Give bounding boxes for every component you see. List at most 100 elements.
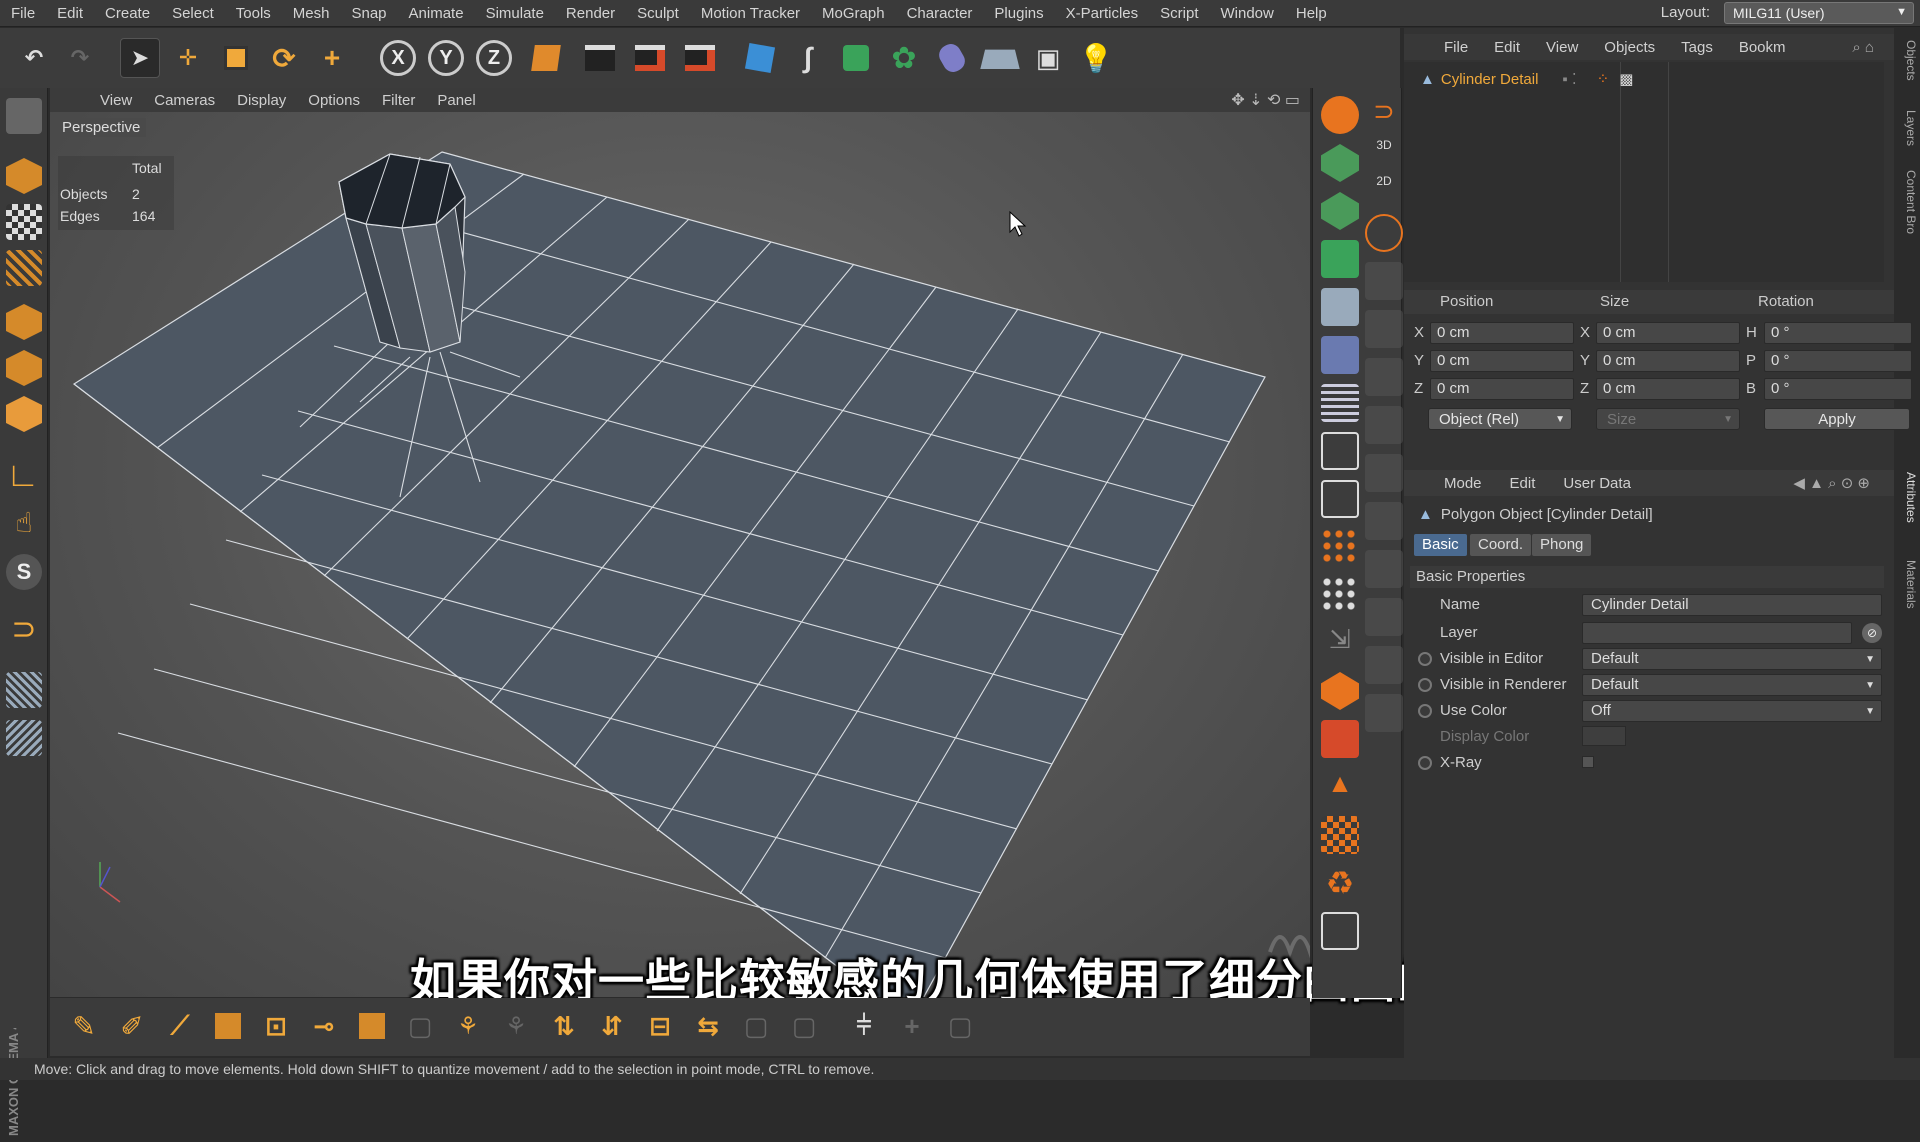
extrude-inner-icon[interactable]: ⊡: [256, 1006, 296, 1046]
melt-icon[interactable]: ⫩: [844, 1006, 884, 1046]
render-picture-viewer-icon[interactable]: [630, 38, 670, 78]
mirror-icon[interactable]: ⇅: [544, 1006, 584, 1046]
name-field[interactable]: Cylinder Detail: [1582, 594, 1882, 616]
size-x-field[interactable]: 0 cm: [1596, 322, 1740, 344]
scale-tool-icon[interactable]: [216, 38, 256, 78]
viewport-menu-filter[interactable]: Filter: [382, 92, 415, 109]
disabled-snap-5-icon[interactable]: [1365, 454, 1403, 492]
menu-mesh[interactable]: Mesh: [282, 5, 341, 22]
recycle-icon[interactable]: ♻: [1321, 864, 1359, 902]
attributes-menu-mode[interactable]: Mode: [1444, 475, 1482, 492]
size-z-field[interactable]: 0 cm: [1596, 378, 1740, 400]
connect-objects-icon[interactable]: [1321, 288, 1359, 326]
arrange-icon[interactable]: [1321, 480, 1359, 518]
disabled-snap-4-icon[interactable]: [1365, 406, 1403, 444]
rotate-tool-icon[interactable]: ⟳: [264, 38, 304, 78]
pos-x-field[interactable]: 0 cm: [1430, 322, 1574, 344]
snap-icon[interactable]: S: [6, 554, 42, 590]
disabled-snap-9-icon[interactable]: [1365, 646, 1403, 684]
make-editable-icon[interactable]: [6, 98, 42, 134]
display-color-swatch[interactable]: [1582, 726, 1626, 746]
side-tab-materials[interactable]: Materials: [1896, 560, 1918, 609]
slide-icon[interactable]: ⇆: [688, 1006, 728, 1046]
objects-menu-edit[interactable]: Edit: [1494, 39, 1520, 56]
layout-select[interactable]: MILG11 (User) ▼: [1724, 2, 1914, 24]
disabled-snap-3-icon[interactable]: [1365, 358, 1403, 396]
render-view-icon[interactable]: [580, 38, 620, 78]
weld-icon[interactable]: ⚘: [448, 1006, 488, 1046]
move-tool-icon[interactable]: ✛: [168, 38, 208, 78]
objects-menu-file[interactable]: File: [1444, 39, 1468, 56]
menu-select[interactable]: Select: [161, 5, 225, 22]
axis-mode-icon[interactable]: ∟: [6, 458, 42, 494]
transform-tool-icon[interactable]: +: [312, 38, 352, 78]
side-tab-objects[interactable]: Objects: [1896, 40, 1918, 81]
menu-x-particles[interactable]: X-Particles: [1055, 5, 1150, 22]
phong-tag-icon[interactable]: ⁘: [1597, 70, 1610, 88]
menu-character[interactable]: Character: [896, 5, 984, 22]
disabled-snap-7-icon[interactable]: [1365, 550, 1403, 588]
pos-z-field[interactable]: 0 cm: [1430, 378, 1574, 400]
brush-tool-icon[interactable]: ✐: [112, 1006, 152, 1046]
picture-icon[interactable]: [1321, 912, 1359, 950]
point-cloud-icon[interactable]: [1321, 528, 1359, 566]
objects-menu-bookmarks[interactable]: Bookm: [1739, 39, 1786, 56]
menu-render[interactable]: Render: [555, 5, 626, 22]
search-icon[interactable]: ⌕ ⌂: [1852, 39, 1874, 56]
menu-animate[interactable]: Animate: [398, 5, 475, 22]
menu-edit[interactable]: Edit: [46, 5, 94, 22]
floor-icon[interactable]: [980, 38, 1020, 78]
mover-icon[interactable]: ⇲: [1321, 624, 1359, 662]
magnet-tool-icon[interactable]: ⊃: [1365, 96, 1403, 134]
workplane-mode-icon[interactable]: [6, 250, 42, 286]
disabled-tool-2-icon[interactable]: ⚘: [496, 1006, 536, 1046]
objects-menu-objects[interactable]: Objects: [1604, 39, 1655, 56]
3d-snap-icon[interactable]: 3D: [1365, 138, 1403, 176]
tab-basic[interactable]: Basic: [1414, 534, 1467, 556]
disabled-snap-10-icon[interactable]: [1365, 694, 1403, 732]
menu-mograph[interactable]: MoGraph: [811, 5, 896, 22]
spline-icon[interactable]: ∫: [788, 38, 828, 78]
disabled-snap-1-icon[interactable]: [1365, 262, 1403, 300]
use-color-select[interactable]: Off ▼: [1582, 700, 1882, 722]
live-selection-icon[interactable]: [1321, 96, 1359, 134]
disabled-tool-4-icon[interactable]: ▢: [784, 1006, 824, 1046]
texture-mode-icon[interactable]: [6, 204, 42, 240]
model-mode-icon[interactable]: [6, 158, 42, 194]
size-y-field[interactable]: 0 cm: [1596, 350, 1740, 372]
xray-checkbox[interactable]: [1582, 756, 1594, 768]
render-settings-icon[interactable]: [680, 38, 720, 78]
disabled-tool-6-icon[interactable]: ▢: [940, 1006, 980, 1046]
menu-script[interactable]: Script: [1149, 5, 1209, 22]
radio-use-color[interactable]: [1418, 704, 1432, 718]
disabled-snap-2-icon[interactable]: [1365, 310, 1403, 348]
select-tool-icon[interactable]: ➤: [120, 38, 160, 78]
bridge-icon[interactable]: [352, 1006, 392, 1046]
tab-phong[interactable]: Phong: [1532, 534, 1592, 556]
dots-grid-icon[interactable]: [1321, 576, 1359, 614]
3d-viewport[interactable]: [50, 112, 1310, 997]
radio-visible-editor[interactable]: [1418, 652, 1432, 666]
objects-menu-view[interactable]: View: [1546, 39, 1578, 56]
extrude-icon[interactable]: [208, 1006, 248, 1046]
menu-motion-tracker[interactable]: Motion Tracker: [690, 5, 811, 22]
menu-window[interactable]: Window: [1210, 5, 1285, 22]
texture-tag-icon[interactable]: ▩: [1619, 70, 1633, 88]
layer-field[interactable]: [1582, 622, 1852, 644]
align-icon[interactable]: ⊟: [640, 1006, 680, 1046]
magnet-icon[interactable]: ⊃: [6, 612, 42, 648]
array-icon[interactable]: ✿: [884, 38, 924, 78]
attributes-menu-user-data[interactable]: User Data: [1563, 475, 1631, 492]
light-icon[interactable]: 💡: [1076, 38, 1116, 78]
coordinate-mode-select[interactable]: Object (Rel) ▼: [1428, 408, 1572, 430]
knife-tool-icon[interactable]: ✎: [64, 1006, 104, 1046]
x-axis-lock-button[interactable]: X: [380, 40, 416, 76]
disabled-snap-6-icon[interactable]: [1365, 502, 1403, 540]
camera-icon[interactable]: ▣: [1028, 38, 1068, 78]
polygon-pen-icon[interactable]: ⟋: [160, 1006, 200, 1046]
viewport-menu-panel[interactable]: Panel: [437, 92, 475, 109]
stitch-icon[interactable]: ⇵: [592, 1006, 632, 1046]
menu-create[interactable]: Create: [94, 5, 161, 22]
disabled-snap-8-icon[interactable]: [1365, 598, 1403, 636]
menu-tools[interactable]: Tools: [225, 5, 282, 22]
